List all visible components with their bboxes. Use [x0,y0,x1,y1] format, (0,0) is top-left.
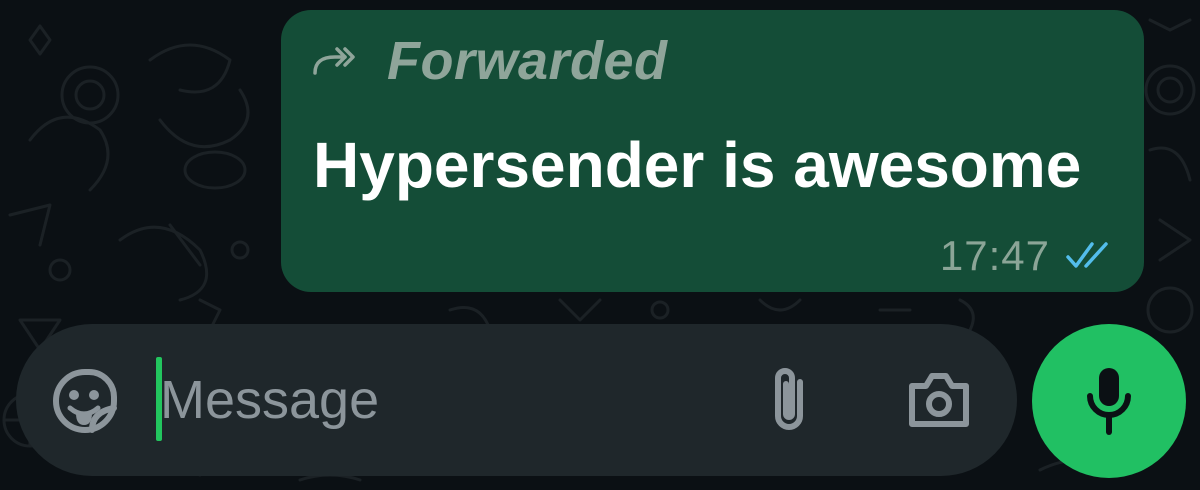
forwarded-label: Forwarded [387,31,668,91]
paperclip-icon[interactable] [764,364,814,436]
message-composer [16,324,1017,476]
message-time: 17:47 [939,232,1050,279]
microphone-icon [1087,368,1131,435]
forwarded-row: Forwarded [311,31,668,91]
sticker-icon[interactable] [52,368,118,434]
double-check-read-icon [1066,242,1108,268]
message-meta: 17:47 [940,232,1116,280]
voice-record-button[interactable] [1032,324,1186,478]
camera-icon[interactable] [906,370,972,430]
message-text: Hypersender is awesome [313,129,1082,201]
message-input[interactable] [160,360,720,440]
message-bubble[interactable]: Forwarded Hypersender is awesome 17:47 [281,10,1144,292]
forward-arrow-icon [313,47,355,75]
